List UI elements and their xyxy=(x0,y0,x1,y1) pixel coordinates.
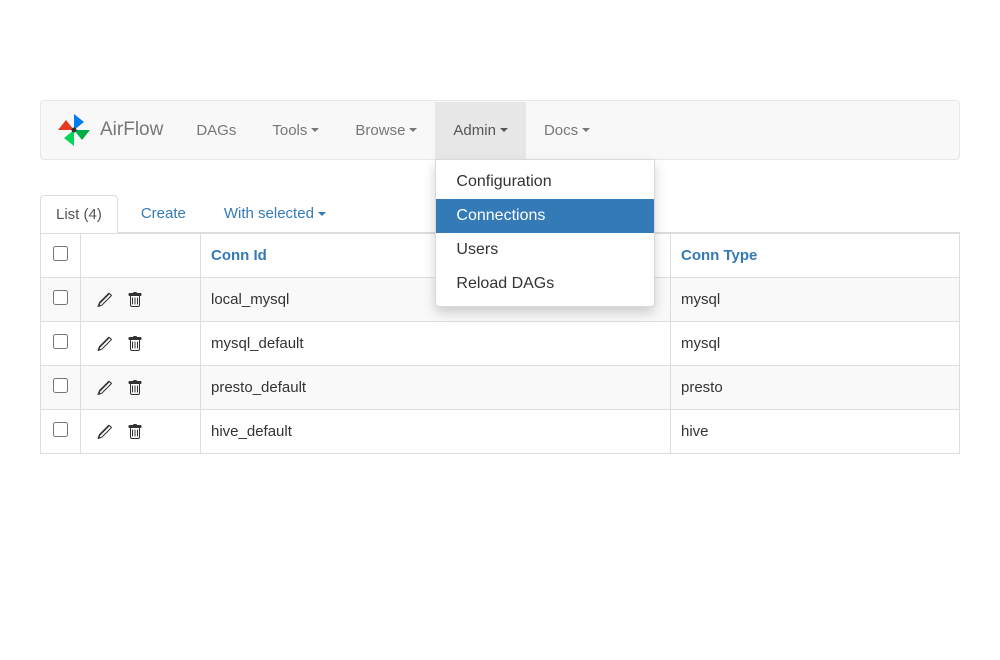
admin-dropdown: Configuration Connections Users Reload D… xyxy=(435,159,655,307)
nav-docs[interactable]: Docs xyxy=(526,102,608,159)
brand[interactable]: AirFlow xyxy=(41,102,178,158)
pinwheel-logo-icon xyxy=(56,112,92,148)
nav-browse[interactable]: Browse xyxy=(337,102,435,159)
caret-down-icon xyxy=(409,128,417,132)
admin-menu-connections[interactable]: Connections xyxy=(436,199,654,233)
brand-text: AirFlow xyxy=(100,119,163,141)
tab-create[interactable]: Create xyxy=(126,195,201,232)
caret-down-icon xyxy=(500,128,508,132)
caret-down-icon xyxy=(582,128,590,132)
header-checkbox-col xyxy=(41,234,81,278)
edit-icon[interactable] xyxy=(97,292,113,308)
caret-down-icon xyxy=(318,212,326,216)
cell-conn-id: hive_default xyxy=(201,410,671,454)
header-conn-type[interactable]: Conn Type xyxy=(671,234,960,278)
edit-icon[interactable] xyxy=(97,380,113,396)
cell-conn-id: presto_default xyxy=(201,366,671,410)
edit-icon[interactable] xyxy=(97,424,113,440)
header-actions-col xyxy=(81,234,201,278)
admin-menu-users[interactable]: Users xyxy=(436,233,654,267)
nav-admin[interactable]: Admin xyxy=(435,102,526,159)
row-checkbox[interactable] xyxy=(53,334,68,349)
tab-list[interactable]: List (4) xyxy=(40,195,118,233)
cell-conn-id: mysql_default xyxy=(201,322,671,366)
nav: DAGs Tools Browse Admin Configuration Co… xyxy=(178,102,608,159)
trash-icon[interactable] xyxy=(127,380,143,396)
cell-conn-type: mysql xyxy=(671,322,960,366)
row-checkbox[interactable] xyxy=(53,378,68,393)
cell-conn-type: mysql xyxy=(671,278,960,322)
table-row: mysql_defaultmysql xyxy=(41,322,960,366)
navbar: AirFlow DAGs Tools Browse Admin xyxy=(40,100,960,160)
nav-tools[interactable]: Tools xyxy=(254,102,337,159)
table-row: presto_defaultpresto xyxy=(41,366,960,410)
cell-conn-type: presto xyxy=(671,366,960,410)
cell-conn-type: hive xyxy=(671,410,960,454)
tab-with-selected[interactable]: With selected xyxy=(209,195,341,232)
edit-icon[interactable] xyxy=(97,336,113,352)
row-checkbox[interactable] xyxy=(53,290,68,305)
caret-down-icon xyxy=(311,128,319,132)
nav-dags[interactable]: DAGs xyxy=(178,102,254,159)
table-row: hive_defaulthive xyxy=(41,410,960,454)
trash-icon[interactable] xyxy=(127,336,143,352)
select-all-checkbox[interactable] xyxy=(53,246,68,261)
admin-menu-reload-dags[interactable]: Reload DAGs xyxy=(436,267,654,301)
row-checkbox[interactable] xyxy=(53,422,68,437)
trash-icon[interactable] xyxy=(127,424,143,440)
trash-icon[interactable] xyxy=(127,292,143,308)
admin-menu-configuration[interactable]: Configuration xyxy=(436,165,654,199)
